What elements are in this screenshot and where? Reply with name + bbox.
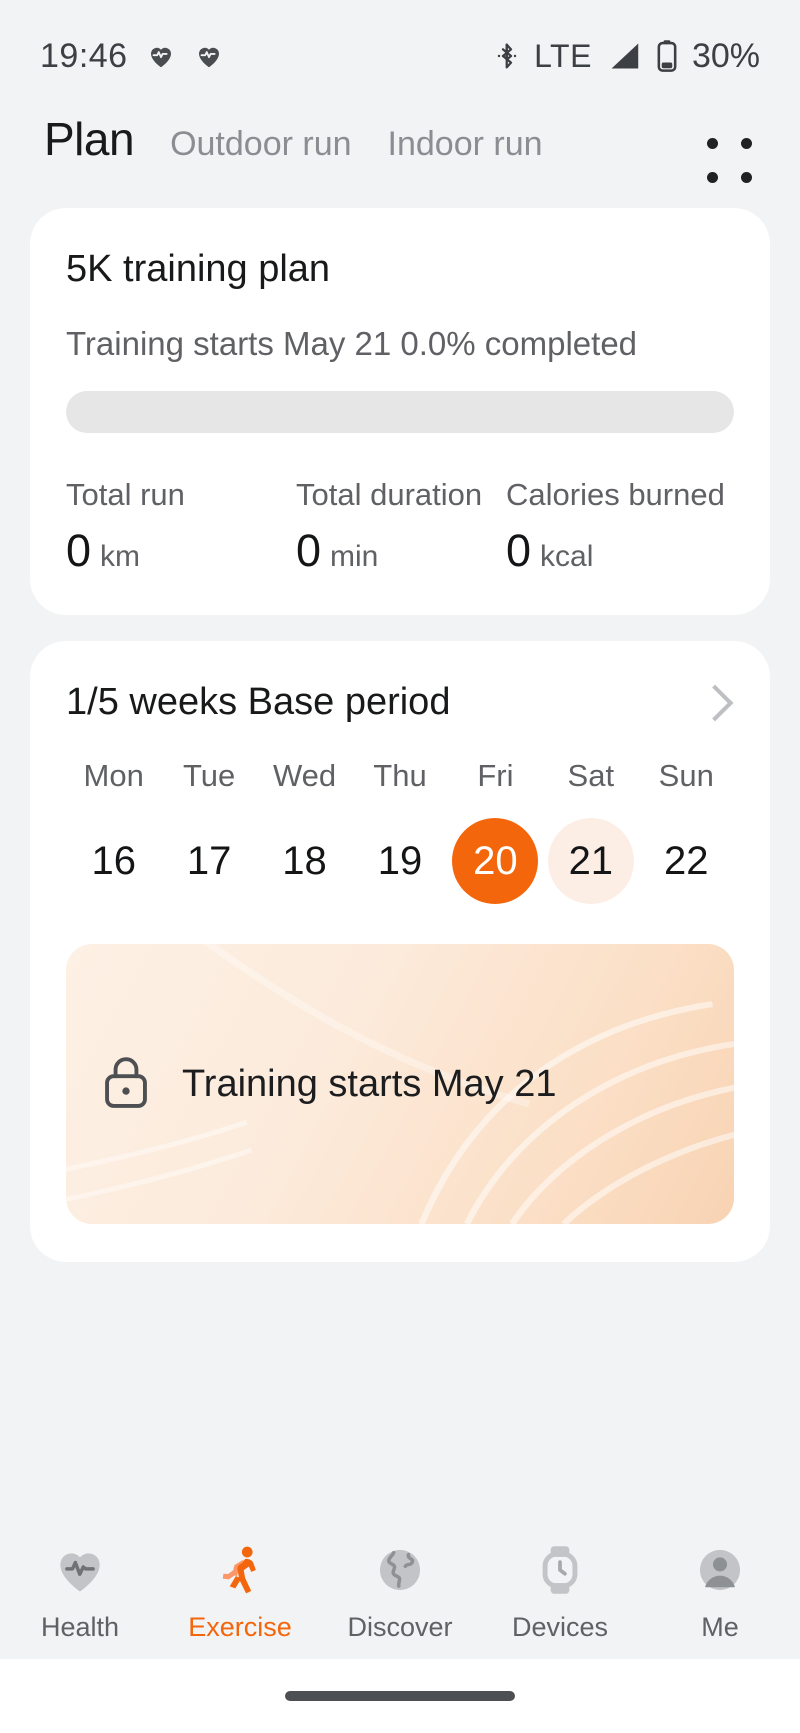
date-cell[interactable]: 18 <box>257 818 352 904</box>
stat-label: Total duration <box>296 477 483 512</box>
date-cell[interactable]: 16 <box>66 818 161 904</box>
network-type-label: LTE <box>534 37 592 74</box>
stat-label: Calories burned <box>506 477 725 512</box>
heart-rate-icon <box>146 41 176 71</box>
nav-item-health[interactable]: Health <box>0 1542 160 1643</box>
page-tabbar: Plan Outdoor run Indoor run <box>0 112 800 208</box>
date-bubble[interactable]: 16 <box>71 818 157 904</box>
date-cell[interactable]: 17 <box>161 818 256 904</box>
weekday-label: Mon <box>83 758 144 793</box>
weekday-label: Sun <box>658 758 714 793</box>
date-bubble[interactable]: 17 <box>166 818 252 904</box>
nav-label: Discover <box>347 1612 453 1642</box>
grid-dots-menu-icon[interactable] <box>702 133 756 187</box>
stat-unit: kcal <box>540 540 594 573</box>
person-avatar-icon <box>692 1542 748 1598</box>
stat-number: 0 <box>296 525 322 576</box>
date-bubble[interactable]: 19 <box>357 818 443 904</box>
week-header[interactable]: 1/5 weeks Base period <box>66 681 734 724</box>
stat-number: 0 <box>506 525 532 576</box>
weekday-label: Wed <box>272 758 337 793</box>
plan-title: 5K training plan <box>66 248 331 290</box>
nav-item-me[interactable]: Me <box>640 1542 800 1643</box>
weekday-header-row: Mon Tue Wed Thu Fri Sat Sun <box>66 758 734 794</box>
plan-progress-bar <box>66 391 734 433</box>
locked-training-banner[interactable]: Training starts May 21 <box>66 944 734 1224</box>
weekday-label: Tue <box>182 758 236 793</box>
stat-unit: km <box>100 540 141 573</box>
nav-label: Me <box>701 1612 739 1642</box>
nav-item-devices[interactable]: Devices <box>480 1542 640 1643</box>
weekday-label: Fri <box>477 758 514 793</box>
nav-label: Health <box>40 1612 120 1642</box>
running-person-icon <box>212 1542 268 1598</box>
globe-icon <box>372 1542 428 1598</box>
training-plan-card[interactable]: 5K training plan Training starts May 21 … <box>30 208 770 615</box>
stat-value: 0 min <box>296 525 506 577</box>
stat-label: Total run <box>66 477 185 512</box>
date-cell[interactable]: 19 <box>352 818 447 904</box>
date-cell[interactable]: 22 <box>639 818 734 904</box>
tab-indoor-run[interactable]: Indoor run <box>388 125 543 168</box>
nav-label: Exercise <box>188 1612 292 1642</box>
status-bar-left: 19:46 <box>40 37 224 76</box>
date-cell[interactable]: 21 <box>543 818 638 904</box>
battery-percent: 30% <box>691 36 760 75</box>
heart-rate-icon <box>194 41 224 71</box>
weekday-label: Thu <box>373 758 427 793</box>
date-bubble[interactable]: 20 <box>452 818 539 904</box>
date-bubble[interactable]: 21 <box>547 818 634 904</box>
date-bubble[interactable]: 18 <box>262 818 348 904</box>
nav-item-exercise[interactable]: Exercise <box>160 1542 320 1643</box>
date-bubble[interactable]: 22 <box>643 818 729 904</box>
week-title: 1/5 weeks Base period <box>66 681 451 723</box>
stat-calories-burned: Calories burned 0 kcal <box>506 477 734 577</box>
date-cell[interactable]: 20 <box>448 818 543 904</box>
watch-icon <box>532 1542 588 1598</box>
app-screen: 19:46 LTE 30% Plan Outdoor run Indoor ru… <box>0 0 800 1733</box>
nav-item-discover[interactable]: Discover <box>320 1542 480 1643</box>
weekday-label: Sat <box>567 758 615 793</box>
stat-value: 0 km <box>66 525 296 577</box>
tab-outdoor-run[interactable]: Outdoor run <box>170 125 351 168</box>
battery-icon <box>656 39 678 73</box>
stat-total-run: Total run 0 km <box>66 477 296 577</box>
status-bar: 19:46 LTE 30% <box>0 0 800 112</box>
status-bar-right: LTE 30% <box>494 37 760 76</box>
chevron-right-icon[interactable] <box>696 684 734 721</box>
tab-plan[interactable]: Plan <box>44 112 135 166</box>
signal-bars-icon <box>606 40 642 72</box>
banner-text: Training starts May 21 <box>182 1062 557 1105</box>
status-time: 19:46 <box>40 36 128 75</box>
lock-icon <box>100 1053 152 1116</box>
nav-label: Devices <box>511 1612 609 1642</box>
stat-value: 0 kcal <box>506 525 734 577</box>
bluetooth-icon <box>494 40 520 72</box>
date-row: 16 17 18 19 20 21 22 <box>66 818 734 904</box>
content-scroll-area: 5K training plan Training starts May 21 … <box>0 208 800 1524</box>
bottom-navigation: Health Exercise Discover Devices Me <box>0 1524 800 1659</box>
stat-unit: min <box>330 540 379 573</box>
home-indicator[interactable] <box>285 1691 515 1701</box>
gesture-nav-area <box>0 1659 800 1733</box>
stat-total-duration: Total duration 0 min <box>296 477 506 577</box>
week-schedule-card[interactable]: 1/5 weeks Base period Mon Tue Wed Thu Fri Sat… <box>30 641 770 1262</box>
stat-number: 0 <box>66 525 92 576</box>
plan-subtitle: Training starts May 21 0.0% completed <box>66 325 638 362</box>
heart-pulse-icon <box>52 1542 108 1598</box>
plan-stats-row: Total run 0 km Total duration 0 min Calo… <box>66 477 734 577</box>
